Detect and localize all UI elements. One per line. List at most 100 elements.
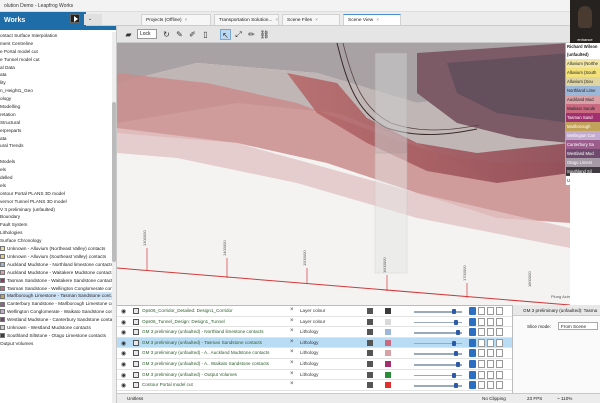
slice-mode-select[interactable]: From Scene <box>558 322 598 330</box>
colour-chip[interactable] <box>385 371 391 378</box>
tree-item[interactable]: ology <box>0 95 112 103</box>
opacity-slider[interactable] <box>414 330 462 336</box>
display-swatch-icon[interactable] <box>367 318 373 325</box>
tree-item[interactable]: Wellington Conglomerate - Waikato Sandst… <box>0 308 112 316</box>
tree-item[interactable]: Modelling <box>0 103 112 111</box>
shape-row[interactable]: ◉ GM 3 preliminary (unfaulted) - A.. Auck… <box>117 348 512 359</box>
eye-icon[interactable]: ◉ <box>121 350 126 357</box>
tree-item[interactable]: Southland Siltstone - Otago Limestone co… <box>0 332 112 340</box>
play-icon[interactable] <box>469 370 476 379</box>
remove-icon[interactable]: × <box>290 328 294 334</box>
display-swatch-icon[interactable] <box>367 350 373 357</box>
tab-scene-view[interactable]: Scene View × <box>343 14 401 25</box>
tree-scrollbar-thumb[interactable] <box>112 102 116 262</box>
colour-chip[interactable] <box>385 318 391 325</box>
display-swatch-icon[interactable] <box>367 339 373 346</box>
tree-item[interactable]: Surface Chronology <box>0 237 112 245</box>
opacity-knob[interactable] <box>452 340 456 346</box>
edit-icon[interactable] <box>496 317 503 326</box>
opacity-slider[interactable] <box>414 309 462 314</box>
tree-item[interactable]: Unknown - Alluvium (Southeast Valley) co… <box>0 253 112 261</box>
check-icon[interactable] <box>487 349 494 358</box>
play-icon[interactable] <box>469 328 476 337</box>
tree-item[interactable]: n_Height1_Geo <box>0 87 112 95</box>
remove-icon[interactable]: × <box>290 339 294 345</box>
shape-row[interactable]: ◉ Contour Portal model cut × <box>117 380 512 391</box>
tree-item[interactable]: ment Centreline <box>0 40 112 48</box>
eye-icon[interactable]: ◉ <box>121 308 126 315</box>
colour-chip[interactable] <box>385 329 391 336</box>
opacity-slider[interactable] <box>414 362 462 367</box>
colour-mode[interactable]: Layer colour <box>300 319 325 324</box>
tree-item[interactable]: els <box>0 166 112 174</box>
tree-item[interactable]: e Tunnel model cut <box>0 56 112 64</box>
tree-item[interactable]: erpreparts <box>0 127 112 135</box>
tree-item[interactable]: Tasman Sandstone - Wellington Conglomera… <box>0 285 112 293</box>
lock-dropdown[interactable]: Lock <box>137 29 157 39</box>
ruler-icon[interactable]: ✏ <box>246 29 257 40</box>
tree-item[interactable]: els <box>0 182 112 190</box>
tree-item[interactable]: vernor Tunnel PLANS 3D model <box>0 198 112 206</box>
tree-item[interactable]: Output Volumes <box>0 340 112 348</box>
opacity-slider[interactable] <box>414 340 462 346</box>
select-icon[interactable]: ↖ <box>220 29 231 40</box>
opacity-knob[interactable] <box>454 383 458 389</box>
clipping-status[interactable]: No Clipping <box>482 394 506 403</box>
tree-item[interactable]: retation <box>0 111 112 119</box>
tab-projects[interactable]: Projects (Offline) × <box>141 14 211 25</box>
filter-icon[interactable] <box>478 338 485 347</box>
check-icon[interactable] <box>487 317 494 326</box>
filter-icon[interactable] <box>478 349 485 358</box>
eye-icon[interactable]: ◉ <box>121 361 126 368</box>
tree-item[interactable]: Lithologies <box>0 229 112 237</box>
eye-icon[interactable]: ◉ <box>121 372 126 379</box>
tree-item[interactable]: Auckland Mudstone - Waitakere Mudstone c… <box>0 269 112 277</box>
play-icon[interactable] <box>70 14 80 23</box>
filter-icon[interactable] <box>478 307 485 315</box>
tree-item[interactable]: V 3 preliminary (unfaulted) <box>0 206 112 214</box>
tab-transportation[interactable]: Transportation Solution... × <box>214 14 279 25</box>
opacity-slider[interactable] <box>414 383 462 389</box>
shape-row[interactable]: ◉ GM 3 preliminary (unfaulted) - Output V… <box>117 370 512 381</box>
shape-row[interactable]: ◉ GM 3 preliminary (unfaulted) - Northlan… <box>117 327 512 338</box>
check-icon[interactable] <box>487 338 494 347</box>
shape-row[interactable]: ◉ Ops06_Tunnel_Design: Design1_Tunnel × Lay… <box>117 317 512 328</box>
colour-mode[interactable]: Lithology <box>300 329 318 334</box>
check-icon[interactable] <box>487 307 494 315</box>
link-icon[interactable]: ⛓ <box>259 29 270 40</box>
camera-icon[interactable]: ▰ <box>123 29 134 40</box>
edit-icon[interactable] <box>496 307 503 315</box>
tab-menu-chevron-icon[interactable]: ⌄ <box>84 14 102 25</box>
slice-icon[interactable]: ▯ <box>200 29 211 40</box>
remove-icon[interactable]: × <box>290 307 294 313</box>
eye-icon[interactable]: ◉ <box>121 382 126 389</box>
polyline-icon[interactable]: ✐ <box>187 29 198 40</box>
display-swatch-icon[interactable] <box>367 308 373 314</box>
filter-icon[interactable] <box>478 370 485 379</box>
tree-item[interactable]: Boundary <box>0 213 112 221</box>
shape-row[interactable]: ◉ GM 3 preliminary (unfaulted) - Tasman S… <box>117 337 512 349</box>
play-icon[interactable] <box>469 307 476 315</box>
filter-icon[interactable] <box>478 317 485 326</box>
colour-mode[interactable]: Lithology <box>300 340 318 345</box>
tree-item[interactable]: ontact Surface Interpolation <box>0 32 112 40</box>
play-icon[interactable] <box>469 381 476 390</box>
edit-icon[interactable] <box>496 381 503 390</box>
colour-mode[interactable]: Lithology <box>300 361 318 366</box>
tab-scene-files[interactable]: Scene Files × <box>282 14 340 25</box>
tree-item[interactable]: Marlborough Limestone - Tasman Sandstone… <box>0 292 112 301</box>
display-swatch-icon[interactable] <box>367 382 373 389</box>
colour-chip[interactable] <box>385 382 391 389</box>
draw-icon[interactable]: ✎ <box>174 29 185 40</box>
eye-icon[interactable]: ◉ <box>121 340 126 347</box>
tree-item[interactable]: Tasman Sandstone - Waitakere Sandstone c… <box>0 277 112 285</box>
display-swatch-icon[interactable] <box>367 361 373 367</box>
tree-item[interactable]: lity <box>0 79 112 87</box>
edit-icon[interactable] <box>496 360 503 368</box>
tree-item[interactable]: delled <box>0 174 112 182</box>
opacity-knob[interactable] <box>456 362 460 367</box>
tree-item[interactable]: ata <box>0 135 112 143</box>
colour-chip[interactable] <box>385 350 391 357</box>
tree-item[interactable]: Auckland Mudstone - Northland limestone … <box>0 261 112 269</box>
colour-mode[interactable]: Lithology <box>300 372 318 377</box>
